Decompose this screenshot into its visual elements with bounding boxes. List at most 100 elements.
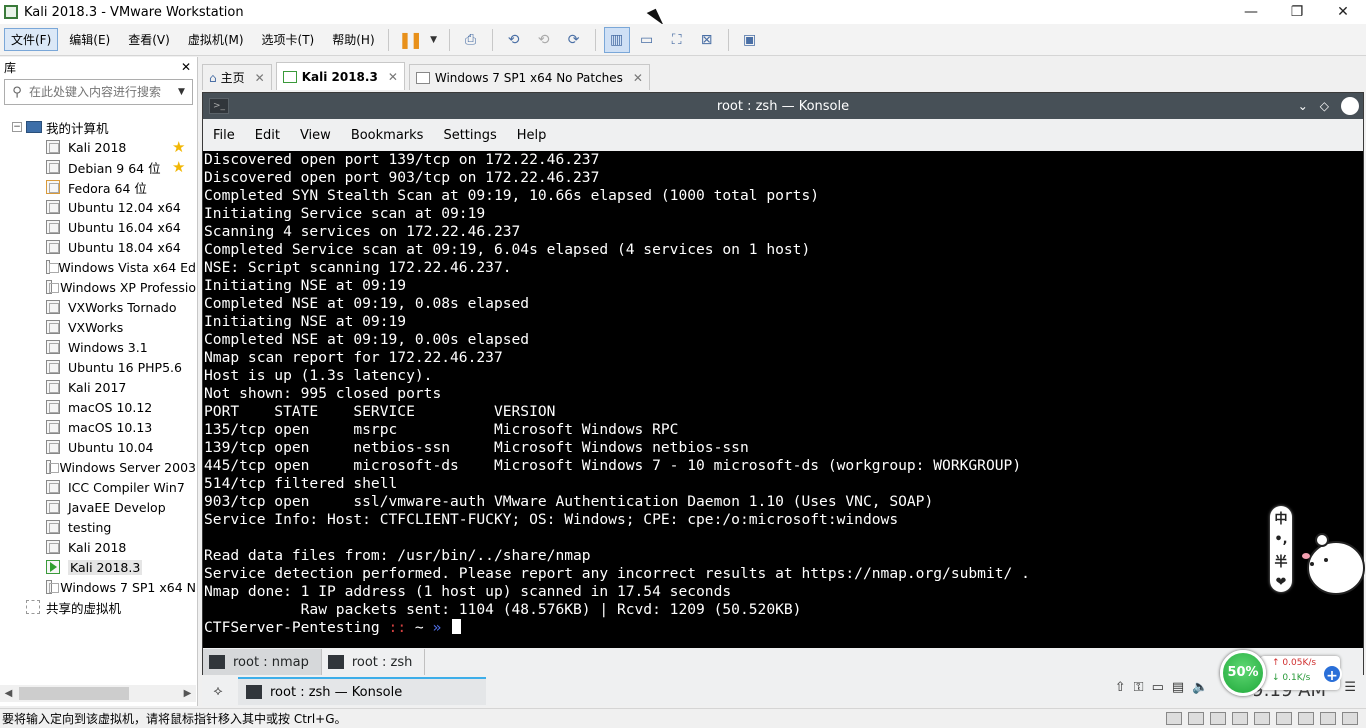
power-dropdown-button[interactable]: ▼ — [427, 27, 441, 53]
tray-menu-icon[interactable]: ☰ — [1344, 680, 1356, 695]
menu-view[interactable]: 查看(V) — [121, 28, 177, 51]
sound-card-icon[interactable] — [1276, 712, 1292, 725]
tree-item-vm[interactable]: macOS 10.12 — [0, 397, 196, 417]
chevron-down-icon[interactable]: ⌄ — [1298, 99, 1308, 113]
network-adapter-icon[interactable] — [1210, 712, 1226, 725]
tab-close-icon[interactable]: ✕ — [633, 71, 643, 85]
tree-item-vm[interactable]: Debian 9 64 位 ★ — [0, 157, 196, 177]
ime-heart-icon[interactable]: ❤ — [1276, 575, 1287, 590]
tree-item-vm[interactable]: Kali 2018.3 — [0, 557, 196, 577]
tree-item-vm[interactable]: Windows Vista x64 Ed — [0, 257, 196, 277]
tree-shared-vms[interactable]: 共享的虚拟机 — [0, 597, 196, 617]
menu-edit[interactable]: 编辑(E) — [62, 28, 117, 51]
scrollbar-thumb[interactable] — [19, 687, 129, 700]
close-button[interactable]: ✕ — [1320, 0, 1366, 24]
ime-halfwidth-mode[interactable]: 半 — [1274, 551, 1287, 570]
network-speed-widget[interactable]: ↑ 0.05K/s ↓ 0.1K/s 50% + — [1220, 648, 1346, 698]
session-tab-zsh[interactable]: root : zsh — [322, 649, 426, 675]
thumbnail-bar-button[interactable]: ▭ — [634, 27, 660, 53]
library-close-icon[interactable]: ✕ — [181, 60, 191, 74]
cd-rom-icon[interactable] — [1188, 712, 1204, 725]
collapse-icon[interactable]: − — [12, 122, 22, 132]
terminal-prompt[interactable]: CTFServer-Pentesting :: ~ » — [204, 619, 1363, 637]
konsole-menu-view[interactable]: View — [300, 128, 331, 143]
message-icon[interactable] — [1320, 712, 1336, 725]
tab-kali-2018-3[interactable]: Kali 2018.3 ✕ — [275, 62, 405, 90]
tree-item-vm[interactable]: Windows 3.1 — [0, 337, 196, 357]
usb-device-icon[interactable] — [1254, 712, 1270, 725]
unity-button[interactable]: ⊠ — [694, 27, 720, 53]
accelerate-plus-icon[interactable]: + — [1322, 664, 1342, 684]
menu-vm[interactable]: 虚拟机(M) — [181, 28, 251, 51]
tree-item-vm[interactable]: Kali 2018 ★ — [0, 137, 196, 157]
konsole-menu-bookmarks[interactable]: Bookmarks — [351, 128, 424, 143]
console-view-button[interactable]: ▣ — [737, 27, 763, 53]
tab-home[interactable]: ⌂ 主页 ✕ — [202, 64, 272, 90]
ime-chinese-mode[interactable]: 中 — [1274, 508, 1287, 527]
ime-floating-toolbar[interactable]: 中 •, 半 ❤ — [1270, 506, 1292, 592]
konsole-close-icon[interactable]: ✕ — [1341, 97, 1359, 115]
tree-item-vm[interactable]: Ubuntu 12.04 x64 — [0, 197, 196, 217]
favorite-star-icon[interactable]: ★ — [172, 158, 185, 176]
snapshot-button[interactable]: ⟲ — [501, 27, 527, 53]
konsole-window[interactable]: >_ root : zsh — Konsole ⌄ ◇ ✕ File Edit … — [202, 92, 1364, 675]
tree-item-vm[interactable]: Ubuntu 10.04 — [0, 437, 196, 457]
minimize-button[interactable]: — — [1228, 0, 1274, 24]
display-icon[interactable]: ▭ — [1152, 680, 1164, 695]
tree-item-vm[interactable]: VXWorks — [0, 317, 196, 337]
tree-item-vm[interactable]: testing — [0, 517, 196, 537]
library-horizontal-scrollbar[interactable]: ◀ ▶ — [0, 685, 196, 702]
restore-button[interactable]: ❐ — [1274, 0, 1320, 24]
terminal-output[interactable]: Discovered open port 139/tcp on 172.22.4… — [203, 151, 1363, 648]
tree-item-vm[interactable]: Fedora 64 位 — [0, 177, 196, 197]
konsole-menu-settings[interactable]: Settings — [443, 128, 496, 143]
tree-item-vm[interactable]: Ubuntu 18.04 x64 — [0, 237, 196, 257]
fullscreen-status-icon[interactable] — [1342, 712, 1358, 725]
menu-help[interactable]: 帮助(H) — [325, 28, 381, 51]
memory-usage-ball[interactable]: 50% — [1220, 650, 1266, 696]
scroll-left-icon[interactable]: ◀ — [0, 688, 17, 699]
tree-root-my-computer[interactable]: − 我的计算机 — [0, 117, 196, 137]
fullscreen-button[interactable]: ⛶ — [664, 27, 690, 53]
tree-item-vm[interactable]: Windows Server 2003 — [0, 457, 196, 477]
show-library-button[interactable]: ▥ — [603, 26, 630, 53]
session-tab-nmap[interactable]: root : nmap — [203, 649, 322, 675]
menu-tabs[interactable]: 选项卡(T) — [255, 28, 322, 51]
tree-item-vm[interactable]: Kali 2018 — [0, 537, 196, 557]
snapshot-manager-button[interactable]: ⟳ — [561, 27, 587, 53]
usb-icon[interactable]: ⚿ — [1134, 680, 1144, 695]
keep-above-icon[interactable]: ◇ — [1320, 99, 1329, 113]
tree-item-vm[interactable]: Kali 2017 — [0, 377, 196, 397]
tree-item-vm[interactable]: JavaEE Develop — [0, 497, 196, 517]
tree-item-vm[interactable]: Windows 7 SP1 x64 N — [0, 577, 196, 597]
tree-item-vm[interactable]: macOS 10.13 — [0, 417, 196, 437]
ime-punctuation-mode[interactable]: •, — [1274, 532, 1287, 547]
display-device-icon[interactable] — [1298, 712, 1314, 725]
chevron-down-icon[interactable]: ▼ — [178, 87, 192, 97]
konsole-menu-edit[interactable]: Edit — [255, 128, 280, 143]
menu-file[interactable]: 文件(F) — [4, 28, 59, 51]
taskbar-task-konsole[interactable]: root : zsh — Konsole — [238, 677, 486, 705]
konsole-menu-file[interactable]: File — [213, 128, 235, 143]
tree-item-vm[interactable]: Ubuntu 16.04 x64 — [0, 217, 196, 237]
hard-disk-icon[interactable] — [1166, 712, 1182, 725]
tab-close-icon[interactable]: ✕ — [388, 70, 398, 84]
volume-icon[interactable]: 🔈 — [1192, 680, 1208, 695]
revert-snapshot-button[interactable]: ⟲ — [531, 27, 557, 53]
favorite-star-icon[interactable]: ★ — [172, 138, 185, 156]
clipboard-icon[interactable]: ▤ — [1172, 680, 1184, 695]
konsole-menu-help[interactable]: Help — [517, 128, 547, 143]
tree-item-vm[interactable]: Windows XP Professio — [0, 277, 196, 297]
printer-icon[interactable] — [1232, 712, 1248, 725]
tree-item-vm[interactable]: ICC Compiler Win7 — [0, 477, 196, 497]
tab-windows-7[interactable]: Windows 7 SP1 x64 No Patches ✕ — [408, 64, 650, 90]
app-launcher-icon[interactable]: ⟡ — [206, 683, 230, 699]
tab-close-icon[interactable]: ✕ — [255, 71, 265, 85]
send-ctrl-alt-del-button[interactable]: ⎙ — [458, 27, 484, 53]
scroll-right-icon[interactable]: ▶ — [179, 688, 196, 699]
library-search-input[interactable] — [29, 85, 178, 99]
pause-button[interactable]: ❚❚ — [397, 27, 423, 53]
tree-item-vm[interactable]: Ubuntu 16 PHP5.6 — [0, 357, 196, 377]
update-icon[interactable]: ⇧ — [1115, 680, 1126, 695]
tree-item-vm[interactable]: VXWorks Tornado — [0, 297, 196, 317]
